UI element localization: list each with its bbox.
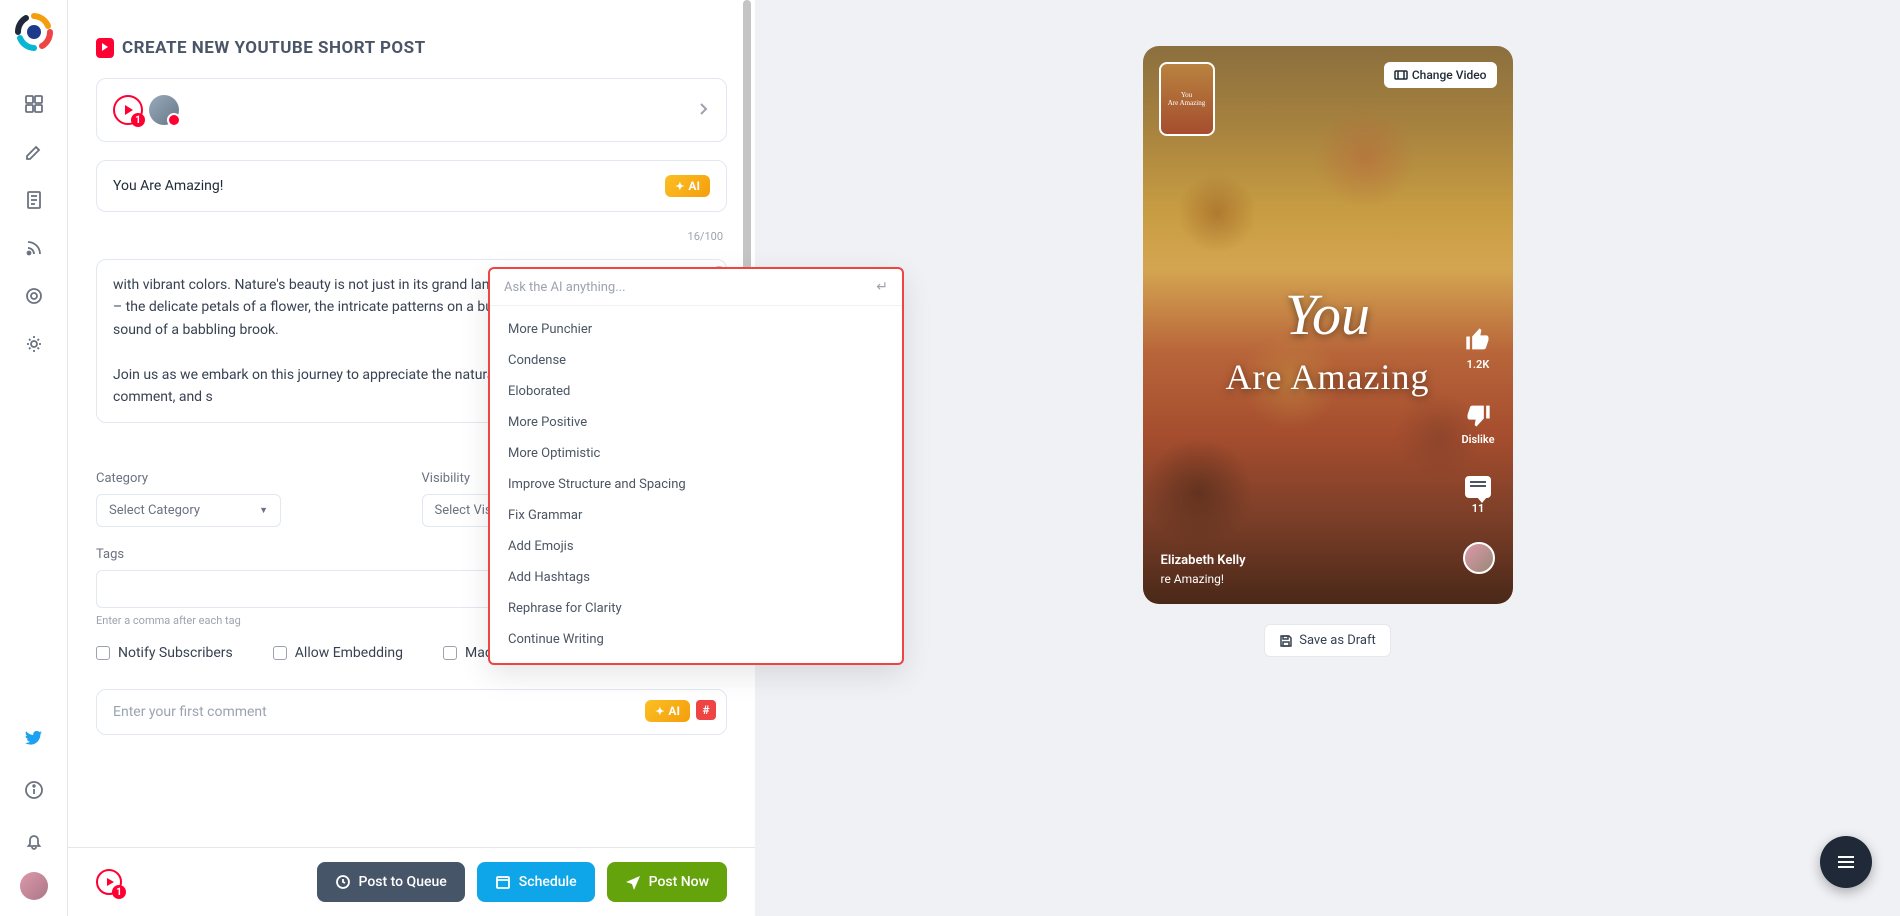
youtube-shorts-icon bbox=[96, 38, 114, 58]
video-preview: You Are Amazing Change Video You Are Ama… bbox=[1143, 46, 1513, 604]
schedule-label: Schedule bbox=[519, 874, 577, 890]
ai-option-1[interactable]: Condense bbox=[490, 345, 902, 376]
comment-count: 11 bbox=[1472, 502, 1485, 515]
queue-label: Post to Queue bbox=[359, 874, 447, 890]
category-placeholder: Select Category bbox=[109, 503, 200, 518]
nav-dashboard[interactable] bbox=[12, 82, 56, 126]
preview-caption: re Amazing! bbox=[1161, 572, 1453, 586]
sparkle-icon: ✦ bbox=[675, 180, 684, 193]
user-avatar[interactable] bbox=[20, 872, 48, 900]
ai-options-list: More PunchierCondenseEloboratedMore Posi… bbox=[490, 306, 902, 663]
category-select[interactable]: Select Category ▼ bbox=[96, 494, 281, 527]
post-label: Post Now bbox=[649, 874, 709, 890]
account-badge: 1 bbox=[131, 113, 145, 127]
ai-option-2[interactable]: Eloborated bbox=[490, 376, 902, 407]
ai-option-7[interactable]: Add Emojis bbox=[490, 531, 902, 562]
ai-option-3[interactable]: More Positive bbox=[490, 407, 902, 438]
thumb-you-text: You bbox=[1181, 91, 1192, 99]
footer-badge: 1 bbox=[112, 885, 126, 899]
enter-key-icon: ↵ bbox=[876, 279, 888, 295]
menu-fab-button[interactable] bbox=[1820, 836, 1872, 888]
dislike-label: Dislike bbox=[1461, 433, 1494, 446]
like-action[interactable]: 1.2K bbox=[1464, 326, 1492, 371]
account-sub-badge-icon bbox=[167, 113, 181, 127]
nav-feed[interactable] bbox=[12, 226, 56, 270]
category-label: Category bbox=[96, 471, 402, 486]
footer-action-bar: 1 Post to Queue Schedule Post Now bbox=[68, 847, 755, 916]
account-avatar bbox=[149, 95, 179, 125]
nav-notifications[interactable] bbox=[12, 820, 56, 864]
dislike-action[interactable]: Dislike bbox=[1461, 401, 1494, 446]
main-form-column: CREATE NEW YOUTUBE SHORT POST 1 You Are … bbox=[68, 0, 755, 916]
ai-option-5[interactable]: Improve Structure and Spacing bbox=[490, 469, 902, 500]
save-draft-label: Save as Draft bbox=[1299, 633, 1376, 648]
film-icon bbox=[1394, 68, 1408, 82]
preview-author: Elizabeth Kelly bbox=[1161, 553, 1453, 568]
preview-author-avatar[interactable] bbox=[1463, 542, 1495, 574]
dropdown-arrow-icon: ▼ bbox=[259, 505, 268, 516]
nav-twitter[interactable] bbox=[12, 716, 56, 760]
first-comment-card: ✦ AI # Enter your first comment bbox=[96, 689, 727, 735]
ai-option-6[interactable]: Fix Grammar bbox=[490, 500, 902, 531]
schedule-button[interactable]: Schedule bbox=[477, 862, 595, 902]
calendar-icon bbox=[495, 874, 511, 890]
nav-content[interactable] bbox=[12, 178, 56, 222]
hamburger-icon bbox=[1838, 856, 1854, 868]
post-to-queue-button[interactable]: Post to Queue bbox=[317, 862, 465, 902]
made-for-kids-checkbox[interactable] bbox=[443, 646, 457, 660]
thumb-amazing-text: Are Amazing bbox=[1168, 99, 1206, 107]
app-logo[interactable] bbox=[14, 12, 54, 52]
page-title: CREATE NEW YOUTUBE SHORT POST bbox=[122, 38, 426, 58]
change-video-label: Change Video bbox=[1412, 68, 1487, 82]
title-input[interactable]: You Are Amazing! bbox=[113, 178, 665, 194]
preview-thumbnail[interactable]: You Are Amazing bbox=[1159, 62, 1215, 136]
ai-option-8[interactable]: Add Hashtags bbox=[490, 562, 902, 593]
nav-analytics[interactable] bbox=[12, 274, 56, 318]
footer-youtube-icon: 1 bbox=[96, 869, 122, 895]
queue-icon bbox=[335, 874, 351, 890]
embed-label: Allow Embedding bbox=[295, 645, 403, 661]
change-video-button[interactable]: Change Video bbox=[1384, 62, 1497, 88]
save-icon bbox=[1279, 634, 1293, 648]
allow-embedding-checkbox[interactable] bbox=[273, 646, 287, 660]
title-input-card: You Are Amazing! ✦ AI bbox=[96, 160, 727, 212]
comment-input[interactable]: Enter your first comment bbox=[113, 704, 710, 720]
ai-option-0[interactable]: More Punchier bbox=[490, 314, 902, 345]
notify-subscribers-checkbox[interactable] bbox=[96, 646, 110, 660]
nav-info[interactable] bbox=[12, 768, 56, 812]
ai-option-4[interactable]: More Optimistic bbox=[490, 438, 902, 469]
left-sidebar bbox=[0, 0, 68, 916]
sparkle-icon: ✦ bbox=[655, 705, 664, 718]
overlay-you-text: You bbox=[1143, 281, 1513, 348]
title-ai-button[interactable]: ✦ AI bbox=[665, 175, 710, 197]
ai-option-9[interactable]: Rephrase for Clarity bbox=[490, 593, 902, 624]
like-count: 1.2K bbox=[1467, 358, 1490, 371]
comment-icon bbox=[1465, 476, 1491, 498]
ai-label: AI bbox=[668, 704, 680, 718]
notify-label: Notify Subscribers bbox=[118, 645, 233, 661]
comment-hashtag-button[interactable]: # bbox=[696, 700, 716, 720]
ai-prompt-input[interactable] bbox=[504, 280, 876, 295]
title-char-counter: 16/100 bbox=[96, 230, 727, 243]
nav-compose[interactable] bbox=[12, 130, 56, 174]
thumbs-down-icon bbox=[1464, 401, 1492, 429]
account-selector[interactable]: 1 bbox=[96, 78, 727, 142]
preview-column: You Are Amazing Change Video You Are Ama… bbox=[755, 0, 1900, 916]
ai-assist-popup: ↵ More PunchierCondenseEloboratedMore Po… bbox=[488, 267, 904, 665]
ai-option-10[interactable]: Continue Writing bbox=[490, 624, 902, 655]
send-icon bbox=[625, 874, 641, 890]
save-as-draft-button[interactable]: Save as Draft bbox=[1264, 624, 1391, 657]
youtube-account-icon: 1 bbox=[113, 95, 143, 125]
comments-action[interactable]: 11 bbox=[1465, 476, 1491, 515]
thumbs-up-icon bbox=[1464, 326, 1492, 354]
ai-label: AI bbox=[688, 179, 700, 193]
overlay-amazing-text: Are Amazing bbox=[1143, 356, 1513, 398]
comment-ai-button[interactable]: ✦ AI bbox=[645, 700, 690, 722]
post-now-button[interactable]: Post Now bbox=[607, 862, 727, 902]
nav-settings[interactable] bbox=[12, 322, 56, 366]
chevron-right-icon bbox=[696, 101, 710, 120]
